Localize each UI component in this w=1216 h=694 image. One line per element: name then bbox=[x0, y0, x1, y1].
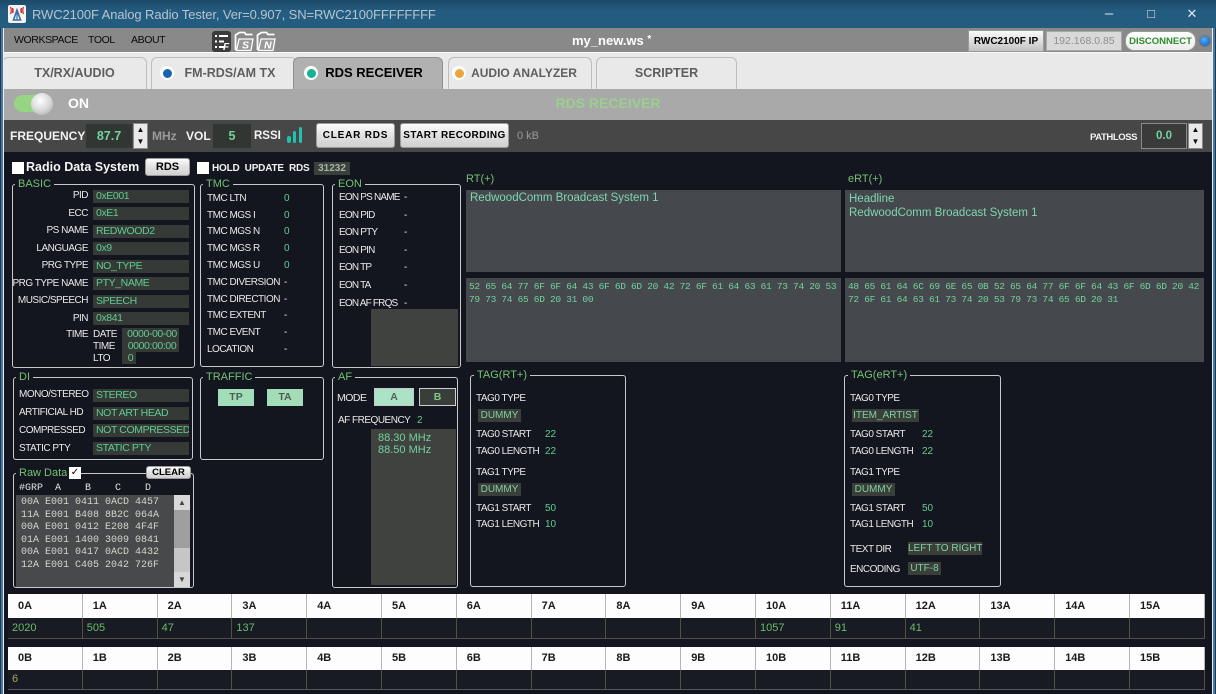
svg-text:S: S bbox=[242, 40, 249, 52]
svg-text:F: F bbox=[223, 42, 230, 52]
svg-text:N: N bbox=[264, 40, 272, 52]
